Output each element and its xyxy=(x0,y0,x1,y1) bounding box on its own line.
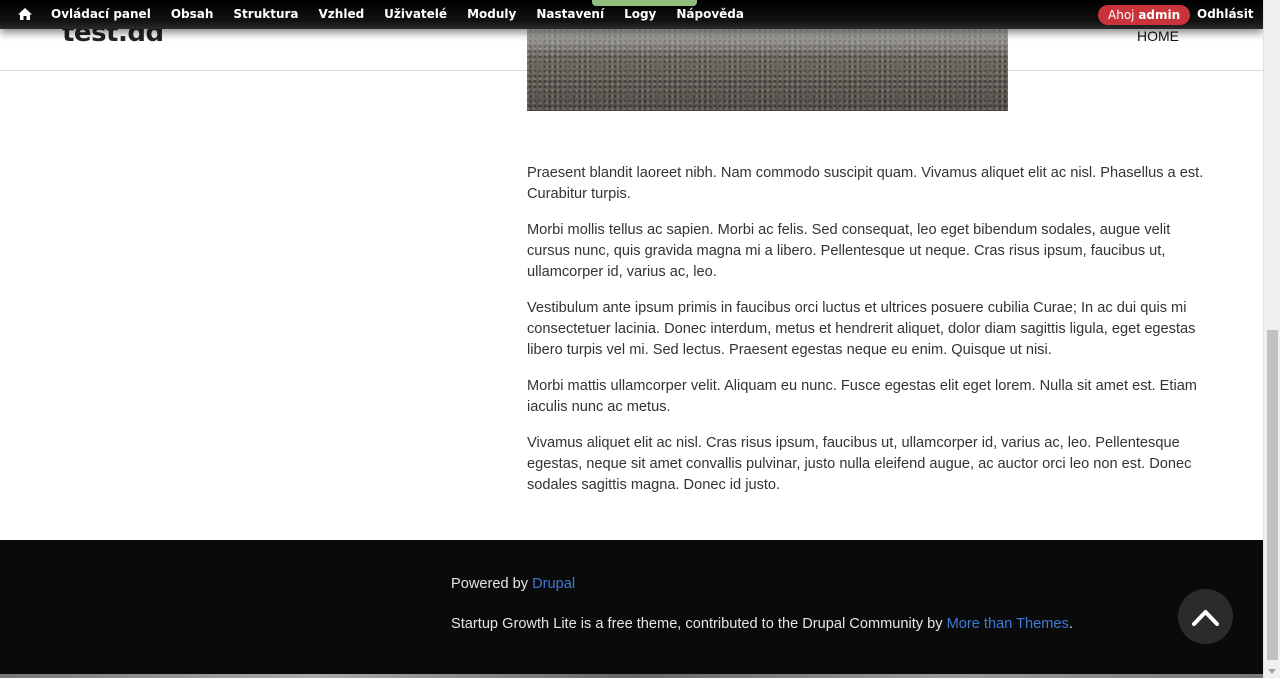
scroll-to-top-button[interactable] xyxy=(1178,589,1233,644)
site-footer: Powered by Drupal Startup Growth Lite is… xyxy=(0,540,1263,678)
credits-suffix: . xyxy=(1068,616,1073,632)
admin-menu-people[interactable]: Uživatelé xyxy=(384,7,447,21)
vertical-scrollbar[interactable] xyxy=(1263,0,1280,678)
article-paragraph: Vivamus aliquet elit ac nisl. Cras risus… xyxy=(527,435,1192,493)
article-body: Praesent blandit laoreet nibh. Nam commo… xyxy=(527,163,1207,511)
admin-menu-content[interactable]: Obsah xyxy=(171,7,214,21)
article-paragraph: Morbi mattis ullamcorper velit. Aliquam … xyxy=(527,378,1197,415)
admin-menu-structure[interactable]: Struktura xyxy=(233,7,298,21)
admin-menu-configuration[interactable]: Nastavení xyxy=(536,7,604,21)
admin-menu: Ovládací panel Obsah Struktura Vzhled Už… xyxy=(51,7,764,21)
admin-menu-modules[interactable]: Moduly xyxy=(467,7,516,21)
image-highlight xyxy=(527,28,1008,58)
chevron-up-icon xyxy=(1192,610,1219,626)
logout-link[interactable]: Odhlásit xyxy=(1197,7,1254,21)
article-image xyxy=(527,28,1008,111)
greeting-prefix: Ahoj xyxy=(1108,8,1139,22)
article-paragraph: Vestibulum ante ipsum primis in faucibus… xyxy=(527,300,1196,358)
admin-toolbar: Ovládací panel Obsah Struktura Vzhled Už… xyxy=(0,0,1263,29)
background-strip xyxy=(0,674,1263,678)
powered-by: Powered by Drupal xyxy=(451,576,575,592)
admin-menu-help[interactable]: Nápověda xyxy=(676,7,744,21)
theme-credits: Startup Growth Lite is a free theme, con… xyxy=(451,616,1073,632)
admin-menu-reports[interactable]: Logy xyxy=(624,7,656,21)
article-paragraph: Praesent blandit laoreet nibh. Nam commo… xyxy=(527,165,1204,202)
shortcut-toggle-tab[interactable] xyxy=(592,0,697,6)
user-greeting-badge[interactable]: Ahoj admin xyxy=(1098,5,1191,25)
credits-text: Startup Growth Lite is a free theme, con… xyxy=(451,616,947,632)
greeting-username: admin xyxy=(1138,8,1181,22)
page: test.dd HOME Praesent blandit laoreet ni… xyxy=(0,0,1263,678)
menu-item-home[interactable]: HOME xyxy=(1137,28,1179,44)
drupal-link[interactable]: Drupal xyxy=(532,576,575,592)
article-paragraph: Morbi mollis tellus ac sapien. Morbi ac … xyxy=(527,222,1171,280)
home-icon[interactable] xyxy=(17,6,33,22)
main-menu: HOME xyxy=(1137,28,1179,44)
more-than-themes-link[interactable]: More than Themes xyxy=(947,616,1069,632)
admin-menu-dashboard[interactable]: Ovládací panel xyxy=(51,7,151,21)
scrollbar-thumb[interactable] xyxy=(1267,330,1278,660)
powered-by-text: Powered by xyxy=(451,576,533,592)
admin-menu-appearance[interactable]: Vzhled xyxy=(319,7,365,21)
scroll-down-arrow-icon[interactable] xyxy=(1268,669,1276,674)
